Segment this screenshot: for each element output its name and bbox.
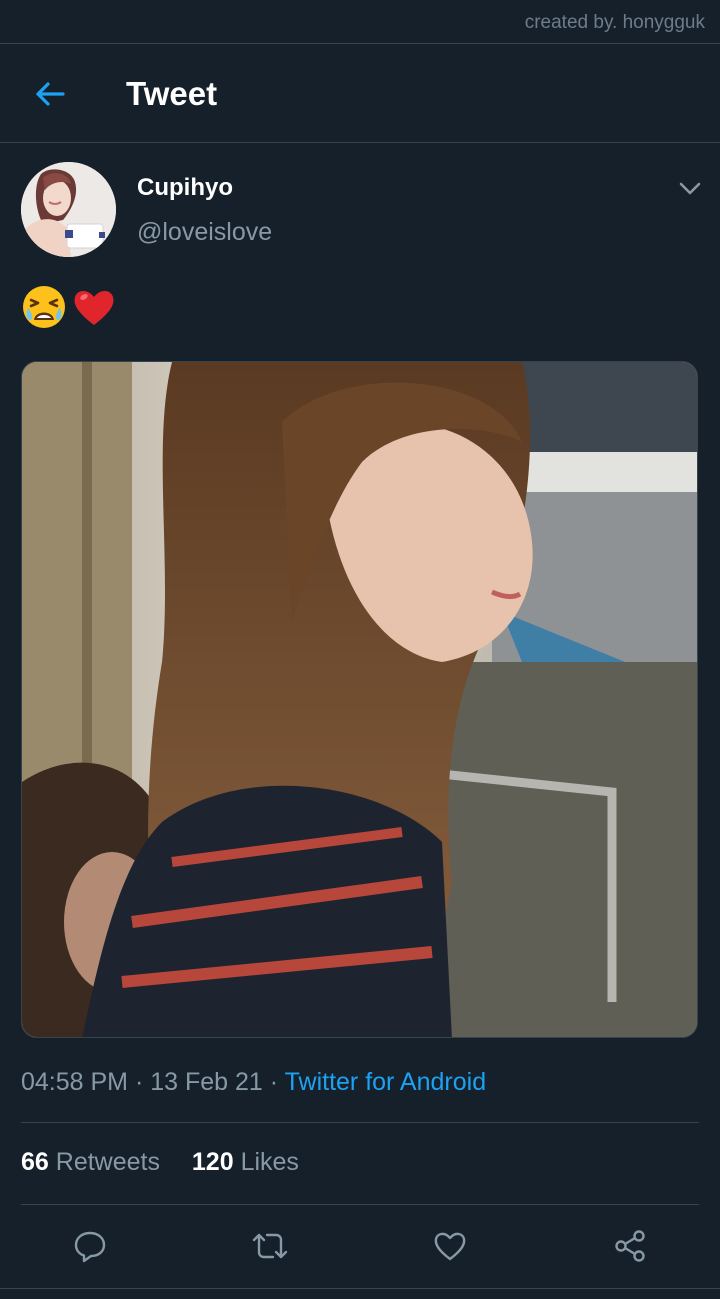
back-button[interactable] bbox=[30, 74, 70, 114]
share-button[interactable] bbox=[606, 1222, 654, 1270]
share-icon bbox=[615, 1230, 645, 1262]
meta-divider bbox=[21, 1122, 699, 1123]
page-title: Tweet bbox=[126, 75, 218, 112]
actions-divider bbox=[0, 1288, 720, 1289]
reply-icon bbox=[74, 1231, 106, 1263]
author-display-name[interactable]: Cupihyo bbox=[137, 174, 233, 202]
chevron-down-icon bbox=[679, 182, 701, 195]
arrow-left-icon bbox=[36, 82, 65, 106]
tweet-date: 13 Feb 21 bbox=[150, 1068, 263, 1096]
status-divider bbox=[0, 43, 720, 44]
stats-divider bbox=[21, 1204, 699, 1205]
retweets-stat[interactable]: 66 Retweets bbox=[21, 1148, 167, 1176]
reply-button[interactable] bbox=[66, 1222, 114, 1270]
tweet-photo[interactable] bbox=[21, 361, 698, 1038]
like-button[interactable] bbox=[426, 1222, 474, 1270]
retweet-icon bbox=[252, 1233, 288, 1259]
tweet-detail-screen: created by. honygguk Tweet Cupihyo @love… bbox=[0, 0, 720, 1299]
author-handle[interactable]: @loveislove bbox=[137, 218, 272, 247]
tweet-time: 04:58 PM bbox=[21, 1068, 129, 1096]
like-icon bbox=[434, 1232, 466, 1261]
likes-stat[interactable]: 120 Likes bbox=[192, 1148, 299, 1176]
likes-label: Likes bbox=[240, 1148, 299, 1176]
tweet-stats: 66 Retweets 120 Likes bbox=[21, 1148, 299, 1177]
tweet-source-link[interactable]: Twitter for Android bbox=[285, 1068, 486, 1096]
likes-count: 120 bbox=[191, 1148, 234, 1176]
retweets-count: 66 bbox=[21, 1148, 49, 1176]
meta-separator: · bbox=[269, 1068, 279, 1096]
tired-face-emoji bbox=[23, 286, 65, 328]
header-divider bbox=[0, 142, 720, 143]
red-heart-emoji bbox=[74, 290, 114, 325]
meta-separator: · bbox=[134, 1068, 144, 1096]
more-options-button[interactable] bbox=[676, 176, 704, 200]
watermark-credit: created by. honygguk bbox=[524, 12, 705, 33]
retweets-label: Retweets bbox=[55, 1148, 160, 1176]
avatar[interactable] bbox=[21, 162, 116, 257]
tweet-actions bbox=[0, 1222, 720, 1270]
tweet-meta: 04:58 PM · 13 Feb 21 · Twitter for Andro… bbox=[21, 1068, 486, 1097]
tweet-text bbox=[21, 284, 117, 330]
retweet-button[interactable] bbox=[246, 1222, 294, 1270]
